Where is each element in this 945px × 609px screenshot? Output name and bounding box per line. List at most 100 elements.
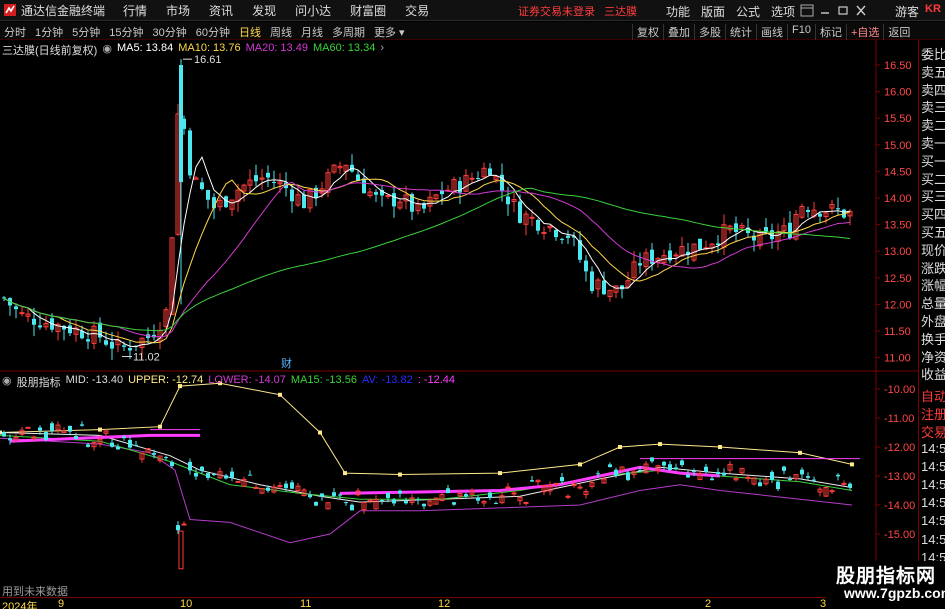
tab-60min[interactable]: 60分钟 [196,24,230,40]
indicator-candle-body [446,488,450,494]
date-m2: 2 [705,598,712,609]
tool-stats[interactable]: 统计 [725,24,756,40]
ma60-label: MA60: 13.34 [312,42,376,54]
login-status[interactable]: 证券交易未登录 三达膜 [518,3,637,19]
tool-adjust[interactable]: 复权 [632,24,663,40]
indicator-candle-body [68,425,72,432]
menu-trade[interactable]: 交易 [405,2,429,19]
candle-body [110,341,114,349]
sidebar-action[interactable]: 交易 [921,422,945,441]
indicator-candle-body [836,474,840,477]
menu-formula[interactable]: 公式 [736,3,760,20]
sidebar-label: 卖四 [921,82,945,98]
indicator-candle-body [494,503,498,505]
candle-body [602,280,606,295]
ma20-label: MA20: 13.49 [245,42,308,54]
indicator-name[interactable]: 股朋指标 [17,374,61,390]
candle-body [254,175,258,182]
expand-icon[interactable]: › [380,42,384,58]
price-tick-label: 11.00 [884,353,911,365]
candle-body [788,222,792,239]
sidebar-action[interactable]: 自动 [921,386,945,405]
menu-quotes[interactable]: 行情 [123,2,147,19]
indicator-candle-body [674,467,678,470]
date-year: 2024年 [2,601,38,609]
menu-market[interactable]: 市场 [166,2,190,19]
window-menu-icon[interactable] [800,4,814,17]
indicator-candle-body [523,501,529,504]
indicator-candle-body [284,483,288,489]
tool-overlay[interactable]: 叠加 [663,24,694,40]
indicator-candle-body [86,444,90,447]
indicator-candle-body [829,490,835,493]
tool-mark[interactable]: 标记 [814,24,846,40]
candle-body [529,216,535,219]
sidebar-label: 涨幅 [921,278,945,294]
indicator-candle-body [716,471,720,475]
indicator-candle-body [332,492,336,496]
tab-15min[interactable]: 15分钟 [109,24,143,40]
date-m10: 10 [180,598,193,609]
menu-news[interactable]: 资讯 [209,2,233,19]
tool-draw[interactable]: 画线 [756,24,787,40]
upper-band-dot [343,471,347,476]
indicator-candle-body [788,478,792,480]
tool-back[interactable]: 返回 [883,24,914,40]
menu-ask[interactable]: 问小达 [295,2,331,19]
minimize-icon[interactable] [818,4,832,17]
candle-body [38,325,42,328]
tab-5min[interactable]: 5分钟 [72,24,100,40]
kr-label: KR [925,3,941,15]
stock-name-label[interactable]: 三达膜(日线前复权) [2,42,97,58]
menu-function[interactable]: 功能 [666,3,690,20]
chart-background [0,40,918,597]
tool-add-favorite[interactable]: +自选 [845,24,883,40]
indicator-candle-body [704,466,708,472]
candle-body [362,178,366,194]
menu-discover[interactable]: 发现 [252,2,276,19]
close-icon[interactable] [854,4,868,17]
indicator-candle-body [386,492,390,499]
tab-multi-period[interactable]: 多周期 [332,24,365,40]
maximize-icon[interactable] [836,4,850,17]
candle-body [272,181,276,183]
menu-options[interactable]: 选项 [771,3,795,20]
indicator-candle-body [8,438,12,441]
tool-multi-stock[interactable]: 多股 [694,24,725,40]
indicator-candle-body [170,461,174,467]
indicator-candle-body [650,457,654,462]
period-toolbar: 分时 1分钟 5分钟 15分钟 30分钟 60分钟 日线 周线 月线 多周期 更… [0,22,945,40]
candle-body [734,223,738,232]
upper-band-dot [98,427,102,432]
ma5-label: MA5: 13.84 [116,42,174,54]
indicator-candle-body [782,466,786,471]
tab-more[interactable]: 更多 ▾ [374,24,405,40]
tab-intraday[interactable]: 分时 [4,24,26,40]
price-tick-label: 12.00 [884,299,912,311]
sidebar-action[interactable]: 注册 [921,404,945,423]
tab-1min[interactable]: 1分钟 [35,24,63,40]
candle-body [266,172,270,178]
tool-f10[interactable]: F10 [787,24,815,40]
mid-label: MID: -13.40 [65,374,124,386]
indicator-candle-body [290,482,294,489]
tab-weekly[interactable]: 周线 [270,24,292,40]
tab-daily[interactable]: 日线 [239,24,261,40]
upper-band-dot [658,442,662,447]
upper-band-dot [278,392,282,397]
guest-user[interactable]: 游客 [895,3,919,20]
tab-30min[interactable]: 30分钟 [153,24,187,40]
menu-wealth[interactable]: 财富圈 [350,2,386,19]
menu-layout[interactable]: 版面 [701,3,725,20]
tab-monthly[interactable]: 月线 [301,24,323,40]
kline-chart[interactable]: 16.50 16.00 15.50 15.00 14.50 14.00 13.50 13.00… [0,40,918,597]
indicator-candle-body [176,525,180,531]
indicator-candle-body [338,494,342,496]
indicator-settings-icon[interactable]: ◉ [2,374,12,390]
sidebar-label: 收益 [921,367,945,383]
sidebar-label: 买二 [921,171,945,187]
indicator-candle-body [320,493,324,497]
settings-icon[interactable]: ◉ [102,42,112,58]
indicator-candle-body [206,473,210,478]
indicator-candle-body [577,486,583,489]
